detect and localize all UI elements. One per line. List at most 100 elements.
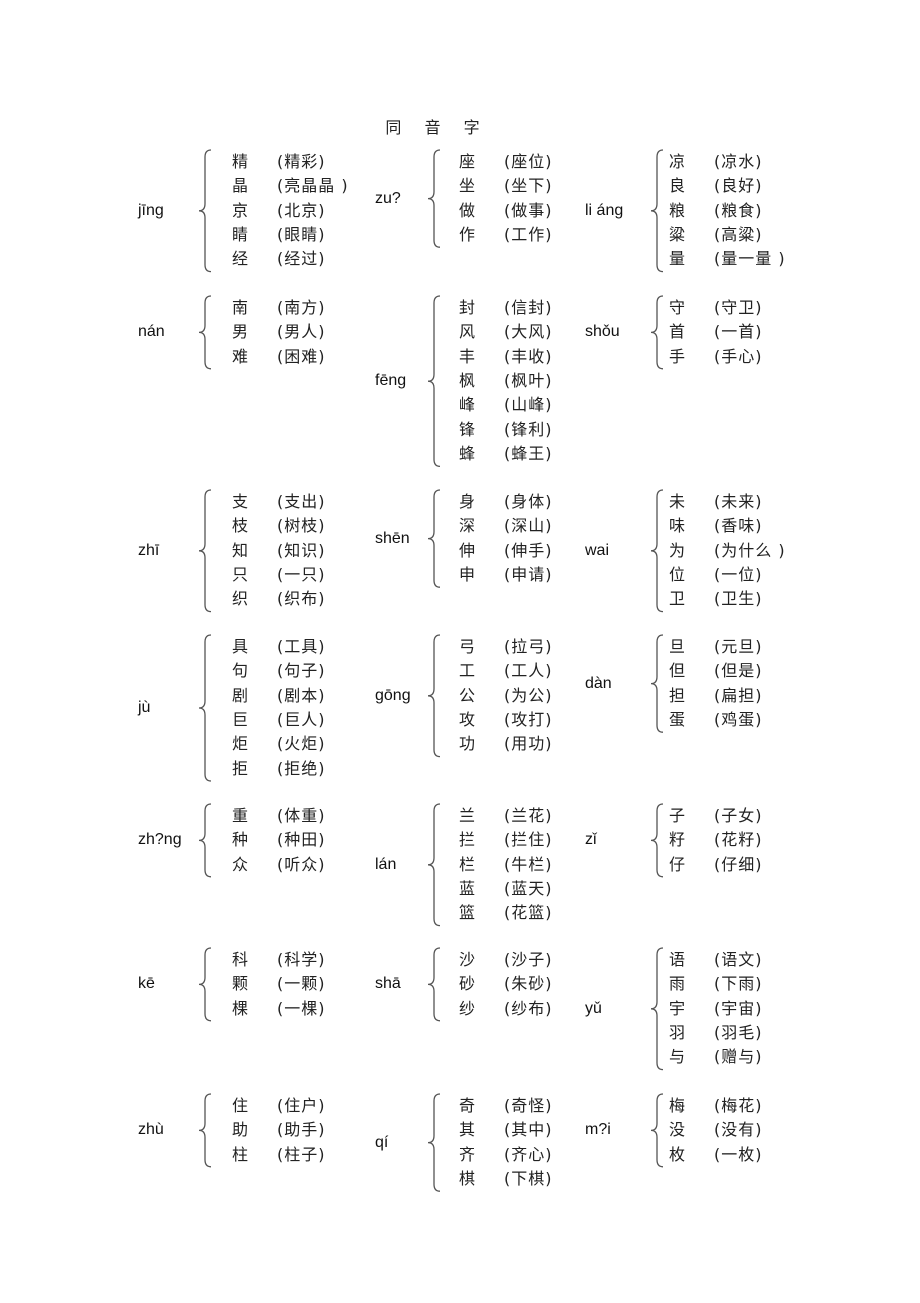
example-word: (眼睛) bbox=[277, 225, 326, 244]
curly-brace-icon bbox=[425, 634, 443, 758]
character: 守 bbox=[669, 297, 686, 317]
example-word: (丰收) bbox=[504, 346, 553, 366]
curly-brace-icon bbox=[196, 803, 214, 878]
character: 枚 bbox=[669, 1144, 686, 1164]
example-word: (未来) bbox=[714, 491, 763, 511]
pinyin-label: zhī bbox=[138, 541, 160, 559]
example-word: (一棵) bbox=[277, 998, 326, 1018]
curly-brace-icon bbox=[648, 1093, 666, 1168]
curly-brace-icon bbox=[196, 1093, 214, 1168]
example-word: (织布) bbox=[277, 589, 326, 609]
example-word: (句子) bbox=[277, 661, 326, 681]
character: 其 bbox=[459, 1120, 476, 1140]
character: 公 bbox=[459, 685, 476, 705]
example-word: (蜂王) bbox=[504, 444, 553, 464]
curly-brace-icon bbox=[196, 149, 214, 273]
character: 功 bbox=[459, 734, 476, 754]
example-word: (柱子) bbox=[277, 1144, 326, 1164]
character: 助 bbox=[232, 1120, 249, 1140]
example-word: (住户) bbox=[277, 1095, 326, 1115]
example-word: (羽毛) bbox=[714, 1023, 763, 1042]
character: 峰 bbox=[459, 395, 476, 415]
character: 身 bbox=[459, 491, 476, 511]
example-word: (蓝天) bbox=[504, 879, 553, 898]
curly-brace-icon bbox=[425, 489, 443, 588]
page-title: 同 音 字 bbox=[385, 118, 489, 137]
character: 难 bbox=[232, 346, 249, 366]
example-word: (元旦) bbox=[714, 636, 763, 656]
character: 攻 bbox=[459, 710, 476, 729]
character: 良 bbox=[669, 176, 686, 196]
example-word: (凉水) bbox=[714, 151, 763, 171]
example-word: (信封) bbox=[504, 297, 553, 317]
character: 篮 bbox=[459, 903, 476, 923]
example-word: (亮晶晶 ) bbox=[277, 176, 349, 196]
curly-brace-icon bbox=[648, 489, 666, 613]
character: 羽 bbox=[669, 1023, 686, 1042]
character: 拒 bbox=[232, 758, 249, 778]
character: 作 bbox=[459, 225, 476, 244]
example-word: (一只) bbox=[277, 565, 326, 584]
example-word: (工作) bbox=[504, 225, 553, 244]
example-word: (但是) bbox=[714, 661, 763, 681]
pinyin-label: jīng bbox=[138, 201, 164, 219]
character: 南 bbox=[232, 297, 249, 317]
character: 粱 bbox=[669, 225, 686, 244]
character: 工 bbox=[459, 661, 476, 681]
character: 晶 bbox=[232, 176, 249, 196]
character: 重 bbox=[232, 805, 249, 825]
character: 蓝 bbox=[459, 879, 476, 898]
pinyin-label: fēng bbox=[375, 372, 407, 390]
character: 宇 bbox=[669, 998, 686, 1018]
example-word: (用功) bbox=[504, 734, 553, 754]
character: 知 bbox=[232, 540, 249, 560]
curly-brace-icon bbox=[196, 634, 214, 782]
character: 种 bbox=[232, 830, 249, 850]
character: 柱 bbox=[232, 1144, 249, 1164]
pinyin-label: lán bbox=[375, 855, 397, 873]
pinyin-label: m?i bbox=[585, 1121, 611, 1139]
character: 齐 bbox=[459, 1144, 476, 1164]
character: 但 bbox=[669, 661, 686, 681]
pinyin-label: zh?ng bbox=[138, 831, 182, 849]
example-word: (拉弓) bbox=[504, 636, 553, 656]
pinyin-label: zhù bbox=[138, 1121, 164, 1139]
pinyin-label: shēn bbox=[375, 529, 410, 547]
character: 籽 bbox=[669, 830, 686, 850]
example-word: (身体) bbox=[504, 491, 553, 511]
pinyin-label: kē bbox=[138, 975, 155, 993]
example-word: (奇怪) bbox=[504, 1095, 553, 1115]
character: 巨 bbox=[232, 710, 249, 729]
example-word: (南方) bbox=[277, 297, 326, 317]
example-word: (知识) bbox=[277, 540, 326, 560]
pinyin-label: li áng bbox=[585, 201, 624, 219]
curly-brace-icon bbox=[648, 634, 666, 733]
character: 风 bbox=[459, 322, 476, 342]
curly-brace-icon bbox=[648, 149, 666, 273]
character: 座 bbox=[459, 151, 476, 171]
curly-brace-icon bbox=[425, 149, 443, 248]
character: 味 bbox=[669, 516, 686, 536]
example-word: (赠与) bbox=[714, 1047, 763, 1067]
example-word: (枫叶) bbox=[504, 371, 553, 390]
character: 蜂 bbox=[459, 444, 476, 464]
character: 弓 bbox=[459, 636, 476, 656]
character: 蛋 bbox=[669, 710, 686, 729]
character: 兰 bbox=[459, 805, 476, 825]
pinyin-label: wai bbox=[585, 541, 610, 559]
pinyin-label: gōng bbox=[375, 686, 411, 704]
character: 具 bbox=[232, 636, 249, 656]
pinyin-label: nán bbox=[138, 323, 165, 341]
example-word: (支出) bbox=[277, 491, 326, 511]
example-word: (兰花) bbox=[504, 805, 553, 825]
example-word: (拒绝) bbox=[277, 758, 326, 778]
example-word: (剧本) bbox=[277, 685, 326, 705]
example-word: (沙子) bbox=[504, 949, 553, 969]
character: 伸 bbox=[459, 540, 476, 560]
character: 做 bbox=[459, 200, 476, 220]
example-word: (做事) bbox=[504, 200, 553, 220]
example-word: (仔细) bbox=[714, 854, 763, 874]
example-word: (下雨) bbox=[714, 974, 763, 994]
character: 众 bbox=[232, 854, 249, 874]
character: 句 bbox=[232, 661, 249, 681]
